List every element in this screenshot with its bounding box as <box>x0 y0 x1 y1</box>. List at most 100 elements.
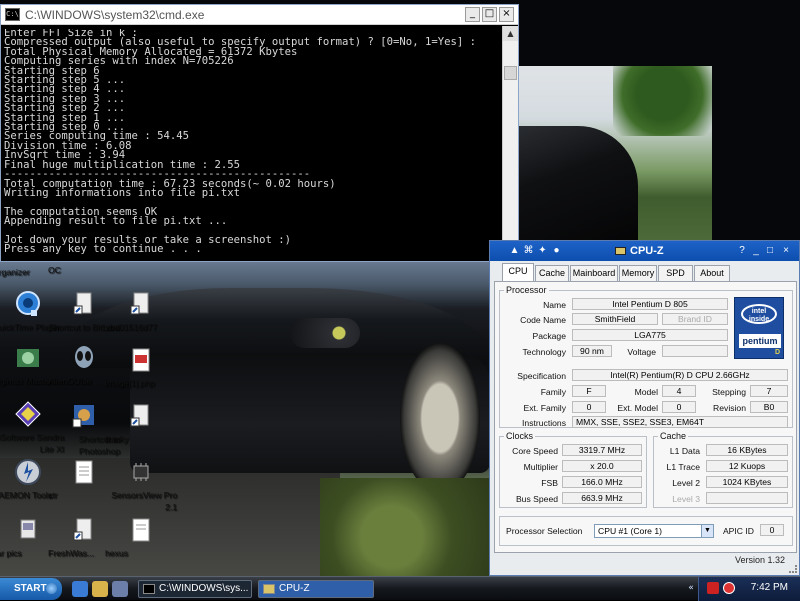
voltage-label: Voltage <box>627 347 656 357</box>
family-label: Family <box>540 387 566 397</box>
level3-label: Level 3 <box>672 494 700 504</box>
multiplier-value: x 20.0 <box>562 460 642 472</box>
fsb-label: FSB <box>541 478 558 488</box>
brand-id-field: Brand ID <box>662 313 728 325</box>
console-line: Press any key to continue . . . <box>4 243 202 256</box>
stepping-value: 7 <box>750 385 788 397</box>
desktop-icon-sensorsview[interactable]: SensorsView Pro 2.1 <box>105 458 177 512</box>
desktop-icon-hexus[interactable]: hexus <box>105 516 177 558</box>
photoshop-icon <box>72 405 94 428</box>
ext-model-label: Ext. Model <box>617 403 658 413</box>
chevron-down-icon[interactable]: ▼ <box>701 525 713 537</box>
tab-memory[interactable]: Memory <box>619 265 657 281</box>
package-value: LGA775 <box>572 329 728 341</box>
pentium-sub-label: D <box>774 349 780 356</box>
desktop-icon-label: Digimax Master <box>0 376 52 386</box>
processor-group: Processor Name Intel Pentium D 805 Code … <box>499 285 793 428</box>
maximize-button[interactable]: □ <box>482 7 497 22</box>
toolbar-settings-icon[interactable]: ✦ <box>536 244 549 257</box>
desktop-icon-label: car pics <box>0 548 22 558</box>
desktop-icon-label: ctr <box>48 490 58 500</box>
system-tray: « 7:42 PM <box>688 577 800 601</box>
camera-software-icon <box>17 349 39 367</box>
tray-app-icon[interactable] <box>707 582 719 594</box>
maximize-button[interactable]: □ <box>765 245 775 256</box>
scroll-thumb[interactable] <box>504 66 517 80</box>
text-file-icon <box>75 460 93 484</box>
tab-mainboard[interactable]: Mainboard <box>570 265 618 281</box>
task-cpuz[interactable]: CPU-Z <box>258 580 374 598</box>
name-value: Intel Pentium D 805 <box>572 298 728 310</box>
console-titlebar[interactable]: C:\ C:\WINDOWS\system32\cmd.exe _ □ × <box>1 5 518 25</box>
toolbar-up-icon[interactable]: ▲ <box>508 244 521 257</box>
apic-id-value: 0 <box>760 524 784 536</box>
revision-value: B0 <box>750 401 788 413</box>
version-label: Version 1.32 <box>734 555 785 565</box>
cpuz-task-icon <box>263 584 275 594</box>
desktop-icon-label: AlienGUIse <box>48 376 92 386</box>
console-window[interactable]: C:\ C:\WINDOWS\system32\cmd.exe _ □ × En… <box>0 4 519 262</box>
console-app-icon: C:\ <box>5 8 20 21</box>
close-button[interactable]: × <box>781 245 791 256</box>
tab-cache[interactable]: Cache <box>535 265 569 281</box>
console-output[interactable]: Enter FFT Size in k : Compressed output (… <box>4 29 502 261</box>
toolbar-network-icon[interactable]: ⌘ <box>522 244 535 257</box>
php-file-icon <box>132 348 150 372</box>
help-icon[interactable]: ? <box>737 245 747 256</box>
daemon-tools-icon <box>15 459 41 485</box>
level2-value: 1024 KBytes <box>706 476 788 488</box>
tab-about[interactable]: About <box>694 265 730 281</box>
scroll-up-icon[interactable]: ▲ <box>503 26 518 41</box>
name-label: Name <box>543 300 566 310</box>
shortcut-file-icon <box>73 292 92 315</box>
task-cpuz-label: CPU-Z <box>279 583 310 594</box>
desktop-icon-label: franky <box>105 434 129 444</box>
cpu-tab-panel: Processor Name Intel Pentium D 805 Code … <box>494 281 797 553</box>
instructions-value: MMX, SSE, SSE2, SSE3, EM64T <box>572 416 788 428</box>
tab-cpu[interactable]: CPU <box>502 263 534 281</box>
desktop-icon-franky[interactable]: franky <box>105 402 177 444</box>
pentium-label: pentium <box>739 334 781 348</box>
console-scrollbar[interactable]: ▲ ▼ <box>502 26 518 262</box>
processor-group-title: Processor <box>504 285 549 295</box>
minimize-button[interactable]: _ <box>751 245 761 256</box>
tray-expand-icon[interactable]: « <box>685 582 697 594</box>
code-name-label: Code Name <box>520 315 566 325</box>
desktop-icon-image-php[interactable]: image[1].php <box>105 346 177 388</box>
minimize-button[interactable]: _ <box>465 7 480 22</box>
resize-grip-icon[interactable] <box>789 565 797 573</box>
shortcut-file-icon <box>130 292 149 315</box>
intel-pentium-logo: intel inside pentium D <box>734 297 784 359</box>
tray-security-icon[interactable] <box>723 582 735 594</box>
desktop: Organizer QuickTime Player Digimax Maste… <box>0 0 800 576</box>
task-console[interactable]: C:\WINDOWS\sys... <box>138 580 252 598</box>
specification-label: Specification <box>517 371 566 381</box>
cpuz-app-icon <box>615 247 626 255</box>
task-console-label: C:\WINDOWS\sys... <box>159 583 249 594</box>
alien-icon <box>75 346 93 368</box>
desktop-icon-label: OC <box>48 265 61 275</box>
quicktime-icon <box>16 291 40 316</box>
shortcut-file-icon <box>73 518 92 541</box>
toolbar-info-icon[interactable]: ● <box>550 244 563 257</box>
revision-label: Revision <box>713 403 746 413</box>
start-button[interactable]: START <box>0 578 62 600</box>
desktop-icon-vba[interactable]: vba01516d77 <box>105 290 177 332</box>
intel-inside-label: intel inside <box>741 304 777 324</box>
cpuz-titlebar[interactable]: ▲ ⌘ ✦ ● CPU-Z ? _ □ × <box>490 241 799 261</box>
core-speed-label: Core Speed <box>512 446 558 456</box>
chip-icon <box>133 463 149 481</box>
cache-group-title: Cache <box>658 431 689 441</box>
console-title: C:\WINDOWS\system32\cmd.exe <box>25 8 205 22</box>
close-button[interactable]: × <box>499 7 514 22</box>
quicklaunch-desktop-icon[interactable] <box>112 581 128 597</box>
ext-family-value: 0 <box>572 401 606 413</box>
ext-family-label: Ext. Family <box>523 403 567 413</box>
document-icon <box>132 518 150 542</box>
quicklaunch-explorer-icon[interactable] <box>92 581 108 597</box>
quicklaunch-ie-icon[interactable] <box>72 581 88 597</box>
processor-selection-dropdown[interactable]: CPU #1 (Core 1) ▼ <box>594 524 714 538</box>
tab-spd[interactable]: SPD <box>658 265 693 281</box>
clock[interactable]: 7:42 PM <box>751 582 788 593</box>
cpuz-window[interactable]: ▲ ⌘ ✦ ● CPU-Z ? _ □ × CPU Cache Mainboar… <box>489 240 800 576</box>
